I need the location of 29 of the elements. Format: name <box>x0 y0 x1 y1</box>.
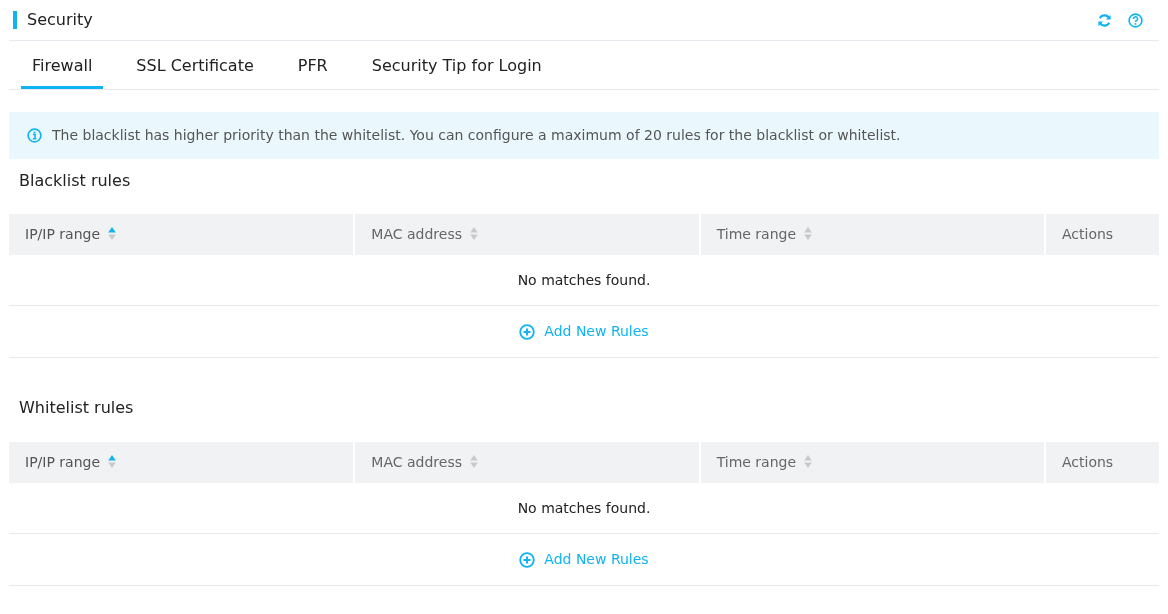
sort-icon[interactable] <box>804 455 813 468</box>
column-header[interactable]: Time range <box>699 442 1045 483</box>
tab[interactable]: Security Tip for Login <box>360 41 553 89</box>
sort-icon[interactable] <box>804 227 813 240</box>
sort-icon[interactable] <box>469 455 478 468</box>
column-header: Actions <box>1045 214 1159 255</box>
column-header[interactable]: MAC address <box>354 214 700 255</box>
page-title: Security <box>13 11 93 29</box>
column-header[interactable]: MAC address <box>354 442 700 483</box>
add-icon <box>519 551 536 568</box>
column-header: Actions <box>1045 442 1159 483</box>
section-title: Whitelist rules <box>19 398 134 417</box>
refresh-icon[interactable] <box>1097 12 1112 28</box>
empty-message: No matches found. <box>517 270 651 290</box>
notice-text: The blacklist has higher priority than the whitelist. You can configure a maximum of 20 rules for the blacklist or whitelist. <box>52 126 901 145</box>
tab[interactable]: SSL Certificate <box>125 41 265 89</box>
help-icon[interactable] <box>1128 12 1143 28</box>
sort-icon[interactable] <box>108 227 117 240</box>
info-icon <box>27 128 42 143</box>
tab[interactable]: Firewall <box>21 41 104 89</box>
column-header[interactable]: IP/IP range <box>9 442 355 483</box>
tab[interactable]: PFR <box>286 41 339 89</box>
column-header[interactable]: Time range <box>699 214 1045 255</box>
section-title: Blacklist rules <box>19 171 131 190</box>
add-icon <box>519 323 536 340</box>
column-header[interactable]: IP/IP range <box>9 214 355 255</box>
empty-message: No matches found. <box>517 498 651 518</box>
sort-icon[interactable] <box>469 227 478 240</box>
sort-icon[interactable] <box>108 455 117 468</box>
